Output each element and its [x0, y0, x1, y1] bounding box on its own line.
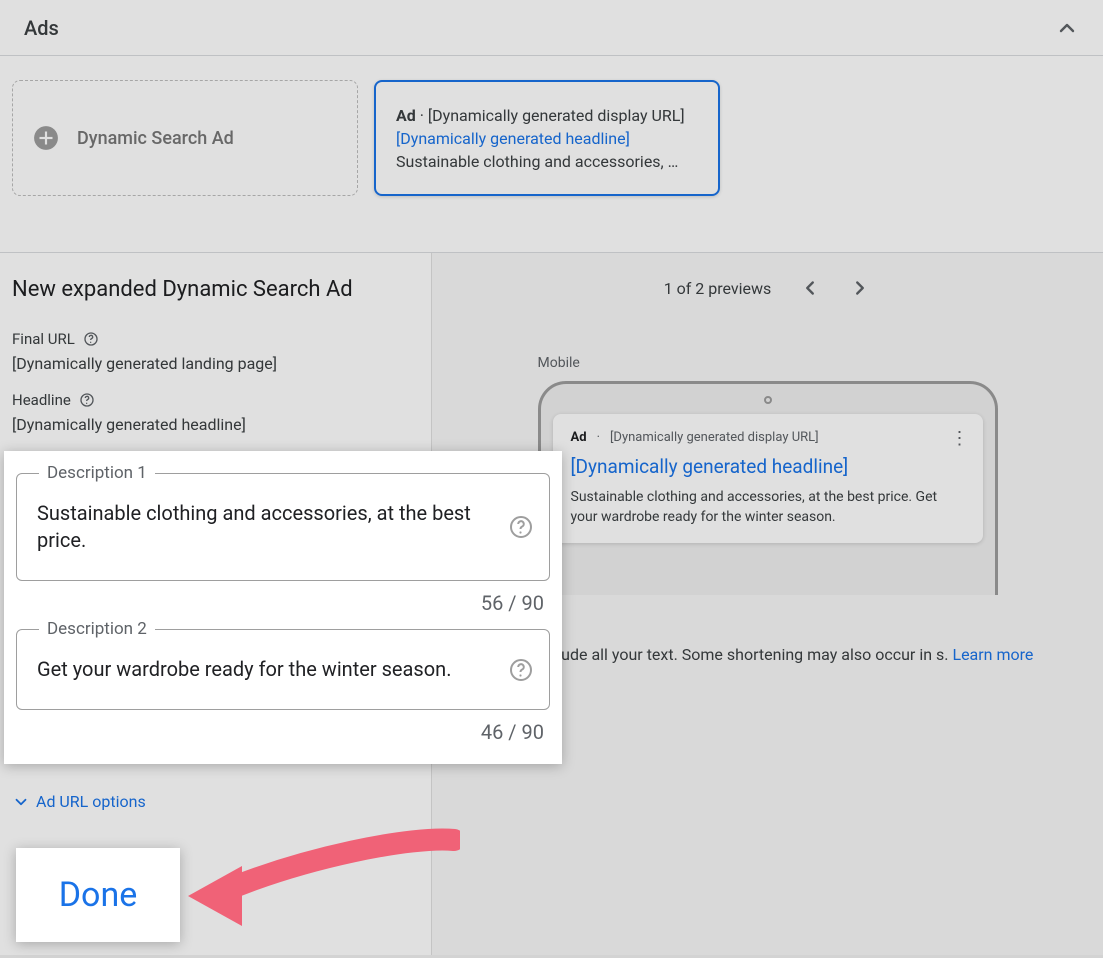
next-arrow-icon[interactable] [849, 277, 871, 299]
description1-count: 56 / 90 [16, 591, 544, 615]
section-header[interactable]: Ads [0, 0, 1103, 56]
help-icon[interactable] [83, 331, 99, 347]
prev-arrow-icon[interactable] [799, 277, 821, 299]
done-label: Done [59, 875, 138, 915]
final-url-label: Final URL [12, 330, 99, 348]
description1-field[interactable]: Description 1 Sustainable clothing and a… [16, 473, 550, 581]
add-dsa-card[interactable]: Dynamic Search Ad [12, 80, 358, 196]
description2-label: Description 2 [39, 618, 155, 641]
ad-dot: · [420, 106, 424, 125]
preview-nav: 1 of 2 previews [456, 277, 1079, 299]
description1-label: Description 1 [39, 462, 155, 485]
ad-badge: Ad [396, 106, 416, 125]
description2-count: 46 / 90 [16, 720, 544, 744]
mobile-ad-card: Ad · [Dynamically generated display URL]… [553, 414, 983, 543]
mobile-label: Mobile [538, 355, 998, 371]
chevron-up-icon[interactable] [1055, 16, 1079, 40]
mobile-ad-url: [Dynamically generated display URL] [610, 430, 819, 445]
description1-input[interactable]: Sustainable clothing and accessories, at… [37, 501, 471, 552]
add-dsa-label: Dynamic Search Ad [77, 128, 234, 149]
headline-block: Headline [Dynamically generated headline… [12, 391, 419, 434]
ad-card-desc: Sustainable clothing and accessories, … [396, 152, 698, 171]
ad-cards-row: Dynamic Search Ad Ad · [Dynamically gene… [0, 56, 1103, 253]
help-icon[interactable] [509, 658, 533, 682]
ad-url-options-label: Ad URL options [36, 792, 146, 811]
learn-more-link[interactable]: Learn more [952, 645, 1033, 664]
mobile-ad-badge: Ad [571, 430, 587, 445]
editor-title: New expanded Dynamic Search Ad [12, 277, 419, 302]
help-icon[interactable] [509, 515, 533, 539]
ad-card-headline: [Dynamically generated headline] [396, 129, 630, 148]
mobile-ad-dot: · [597, 430, 600, 445]
headline-label: Headline [12, 391, 95, 409]
mobile-speaker-icon [764, 396, 772, 404]
ad-preview-card[interactable]: Ad · [Dynamically generated display URL]… [374, 80, 720, 196]
ad-url-options-toggle[interactable]: Ad URL options [12, 792, 146, 811]
description2-field[interactable]: Description 2 Get your wardrobe ready fo… [16, 629, 550, 710]
mobile-preview: Mobile Ad · [Dynamically generated displ… [538, 355, 998, 595]
final-url-value: [Dynamically generated landing page] [12, 354, 419, 373]
help-icon[interactable] [79, 392, 95, 408]
final-url-block: Final URL [Dynamically generated landing… [12, 330, 419, 373]
done-button[interactable]: Done [16, 848, 180, 942]
chevron-down-icon [12, 793, 30, 811]
descriptions-popover: Description 1 Sustainable clothing and a… [4, 451, 562, 764]
preview-counter: 1 of 2 previews [664, 279, 772, 298]
headline-value: [Dynamically generated headline] [12, 415, 419, 434]
description2-input[interactable]: Get your wardrobe ready for the winter s… [37, 657, 451, 681]
section-title: Ads [24, 16, 59, 40]
mobile-ad-headline: [Dynamically generated headline] [571, 455, 965, 478]
ad-display-url: [Dynamically generated display URL] [428, 106, 685, 125]
more-vert-icon[interactable]: ⋮ [951, 428, 969, 449]
plus-circle-icon [33, 125, 59, 151]
mobile-ad-desc: Sustainable clothing and accessories, at… [571, 488, 965, 527]
ad-card-head: Ad · [Dynamically generated display URL] [396, 106, 685, 125]
mobile-frame: Ad · [Dynamically generated display URL]… [538, 381, 998, 595]
